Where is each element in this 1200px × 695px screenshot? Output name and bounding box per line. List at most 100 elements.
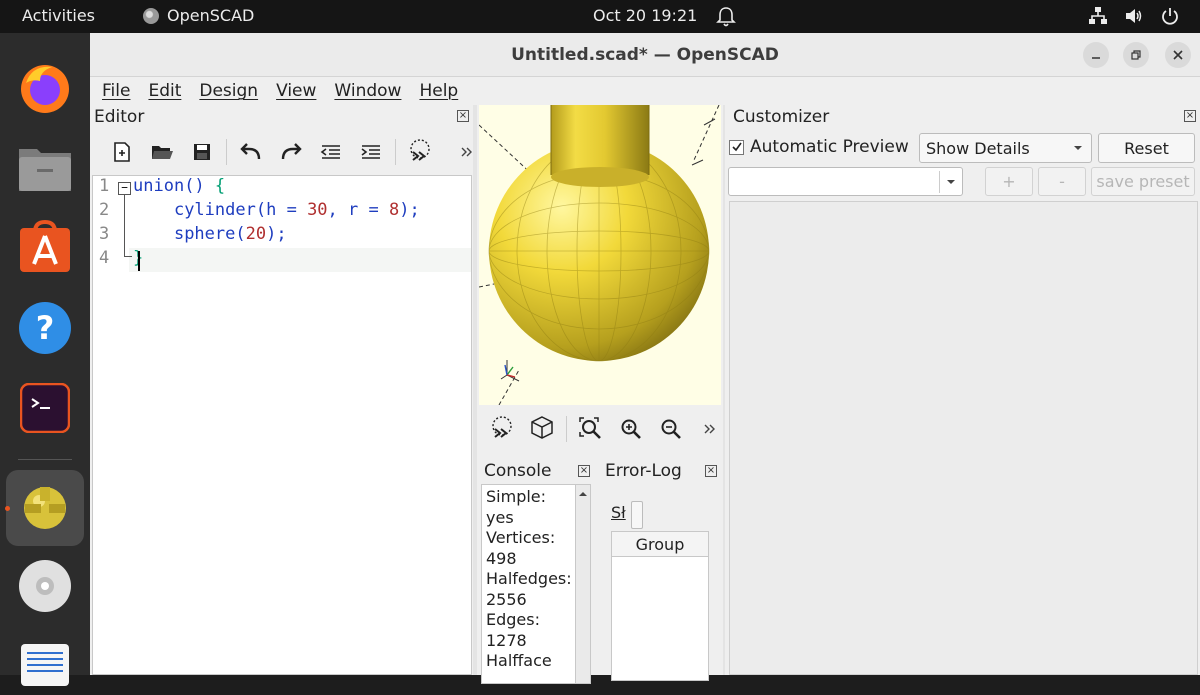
text-editor-icon	[21, 644, 69, 686]
dock-disc[interactable]	[14, 555, 76, 617]
menu-window[interactable]: Window	[334, 81, 401, 101]
menu-design[interactable]: Design	[199, 81, 258, 101]
line-number: 2	[99, 200, 110, 220]
console-close-icon[interactable]: ×	[578, 465, 590, 477]
fold-toggle[interactable]: −	[118, 182, 131, 195]
indent-icon	[361, 145, 380, 159]
new-file-button[interactable]	[102, 135, 142, 169]
open-file-button[interactable]	[142, 135, 182, 169]
zoom-fit-icon	[579, 417, 601, 439]
current-line-highlight	[129, 248, 471, 272]
code-line-1: union() {	[133, 176, 226, 196]
unindent-icon	[320, 145, 340, 159]
menu-edit[interactable]: Edit	[148, 81, 181, 101]
group-column-header[interactable]: Group	[612, 532, 708, 557]
zoom-out-button[interactable]	[651, 412, 691, 446]
editor-title: Editor	[94, 107, 145, 127]
line-number: 1	[99, 176, 110, 196]
dock-openscad[interactable]	[14, 476, 76, 538]
error-log-filter-select[interactable]	[631, 501, 643, 529]
firefox-icon	[21, 65, 69, 113]
activities-button[interactable]: Activities	[22, 6, 95, 25]
save-preset-button[interactable]: save preset	[1091, 167, 1195, 196]
details-dropdown-value: Show Details	[926, 138, 1030, 158]
toolbar-more-button[interactable]	[452, 135, 482, 169]
error-log-table[interactable]: Group	[611, 531, 709, 681]
power-icon	[1162, 8, 1178, 25]
dock-firefox[interactable]	[14, 57, 76, 119]
dock-terminal[interactable]	[14, 377, 76, 439]
automatic-preview-checkbox[interactable]	[729, 139, 744, 155]
scroll-up-arrow-icon[interactable]	[576, 488, 590, 500]
undo-button[interactable]	[231, 135, 271, 169]
dock-files[interactable]	[14, 137, 76, 199]
zoom-in-button[interactable]	[611, 412, 651, 446]
render-button[interactable]	[522, 412, 562, 446]
unindent-button[interactable]	[311, 135, 351, 169]
details-dropdown[interactable]: Show Details	[919, 133, 1092, 163]
code-editor[interactable]: 1 2 3 4 − union() { cylinder(h = 30, r =…	[92, 175, 472, 675]
checkmark-icon	[731, 142, 742, 152]
line-number: 3	[99, 224, 110, 244]
3d-viewport[interactable]	[479, 105, 721, 405]
indent-button[interactable]	[351, 135, 391, 169]
remove-preset-button[interactable]: -	[1038, 167, 1086, 196]
code-line-2: cylinder(h = 30, r = 8);	[173, 200, 420, 220]
menu-view[interactable]: View	[276, 81, 316, 101]
dock-help[interactable]: ?	[14, 297, 76, 359]
reset-button[interactable]: Reset	[1098, 133, 1195, 163]
files-folder-icon	[19, 149, 71, 191]
error-log-close-icon[interactable]: ×	[705, 465, 717, 477]
close-icon	[1173, 50, 1183, 60]
add-preset-button[interactable]: +	[985, 167, 1033, 196]
zoom-out-icon	[661, 419, 681, 439]
console-output[interactable]: Simple: yes Vertices: 498 Halfedges: 255…	[481, 484, 581, 684]
chevron-double-right-icon	[461, 147, 472, 157]
render-preview-button[interactable]	[482, 412, 522, 446]
title-bar[interactable]: Untitled.scad* — OpenSCAD	[90, 33, 1200, 77]
line-number: 4	[99, 248, 110, 268]
preview-icon	[492, 416, 512, 438]
editor-panel: Editor × 1 2 3 4 − union() {cylinder(h …	[90, 105, 473, 675]
svg-text:?: ?	[36, 309, 55, 347]
model-render	[479, 105, 720, 405]
openscad-icon	[143, 7, 159, 24]
window-title: Untitled.scad* — OpenSCAD	[511, 45, 779, 65]
maximize-button[interactable]	[1123, 42, 1149, 68]
system-status-area[interactable]	[1088, 6, 1180, 26]
zoom-in-icon	[621, 419, 641, 439]
console-scrollbar[interactable]	[575, 484, 591, 684]
save-icon	[194, 144, 210, 160]
editor-close-icon[interactable]: ×	[457, 110, 469, 122]
optical-disc-icon	[19, 560, 71, 612]
dock-text-editor[interactable]	[14, 633, 76, 695]
redo-icon	[281, 143, 302, 160]
menu-help[interactable]: Help	[419, 81, 458, 101]
preview-button[interactable]	[400, 135, 440, 169]
customizer-title: Customizer	[733, 107, 830, 127]
preview-icon	[410, 139, 430, 161]
clock[interactable]: Oct 20 19:21	[593, 6, 697, 25]
viewport-toolbar	[482, 409, 725, 449]
network-icon	[1089, 7, 1107, 24]
customizer-panel: Customizer × Automatic Preview Show Deta…	[727, 105, 1200, 675]
console-title: Console	[484, 461, 552, 481]
redo-button[interactable]	[271, 135, 311, 169]
openscad-app-icon	[24, 487, 66, 529]
software-center-icon	[20, 219, 70, 272]
automatic-preview-toggle[interactable]: Automatic Preview	[729, 137, 909, 157]
dock-software[interactable]	[14, 215, 76, 277]
minimize-button[interactable]	[1083, 42, 1109, 68]
terminal-icon	[20, 383, 70, 433]
customizer-close-icon[interactable]: ×	[1184, 110, 1196, 122]
close-button[interactable]	[1165, 42, 1191, 68]
error-log-filter-label: Sł	[611, 503, 626, 522]
preset-dropdown[interactable]	[728, 167, 963, 196]
notification-bell-icon[interactable]	[716, 6, 736, 28]
view-all-button[interactable]	[571, 412, 611, 446]
chevron-down-icon	[947, 179, 955, 184]
menu-file[interactable]: File	[102, 81, 130, 101]
viewport-toolbar-more-button[interactable]	[695, 412, 725, 446]
save-file-button[interactable]	[182, 135, 222, 169]
app-menu[interactable]: OpenSCAD	[143, 6, 254, 25]
